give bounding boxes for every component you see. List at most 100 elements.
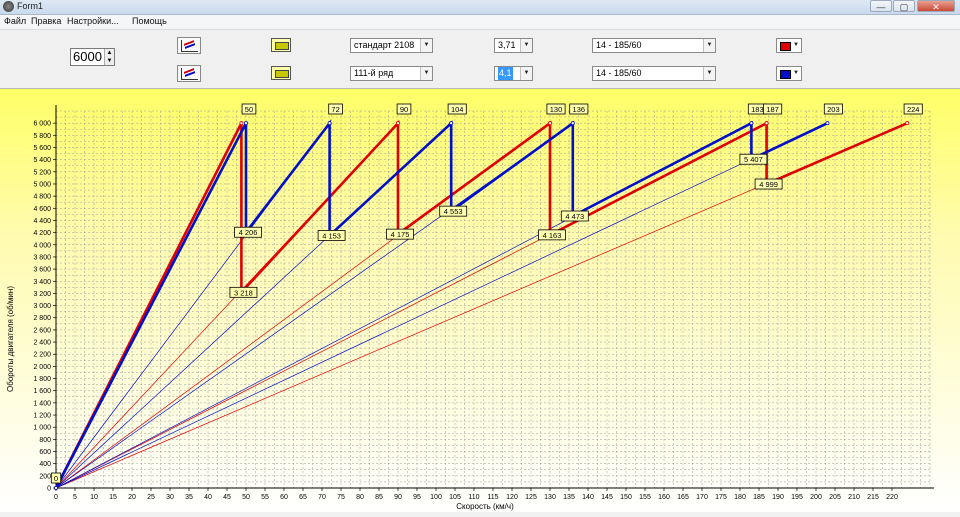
x-tick-label: 170 xyxy=(696,494,708,501)
row1-final-drive-select[interactable]: 3,71 ▼ xyxy=(494,38,533,53)
y-tick-label: 4 200 xyxy=(33,230,51,237)
row1-tire-select[interactable]: 14 - 185/60 ▼ xyxy=(592,38,716,53)
window-title: Form1 xyxy=(17,1,44,11)
chevron-down-icon: ▼ xyxy=(520,67,532,80)
y-tick-label: 2 400 xyxy=(33,340,51,347)
x-tick-label: 0 xyxy=(54,494,58,501)
row1-final-drive-value: 3,71 xyxy=(498,40,516,50)
x-tick-label: 175 xyxy=(715,494,727,501)
x-tick-label: 220 xyxy=(886,494,898,501)
row2-color-swatch xyxy=(780,70,791,79)
maximize-button[interactable]: ▢ xyxy=(893,0,915,12)
y-tick-label: 5 000 xyxy=(33,181,51,188)
minimize-button[interactable]: — xyxy=(870,0,892,12)
row2-tire-select[interactable]: 14 - 185/60 ▼ xyxy=(592,66,716,81)
x-tick-label: 120 xyxy=(506,494,518,501)
menu-file[interactable]: Файл xyxy=(4,16,26,26)
y-tick-label: 5 200 xyxy=(33,169,51,176)
speed-label: 72 xyxy=(331,105,339,114)
x-tick-label: 205 xyxy=(829,494,841,501)
x-tick-label: 5 xyxy=(73,494,77,501)
x-tick-label: 190 xyxy=(772,494,784,501)
rpm-label: 0 xyxy=(54,474,58,483)
app-icon xyxy=(3,1,14,12)
x-tick-label: 180 xyxy=(734,494,746,501)
y-tick-label: 6 000 xyxy=(33,121,51,128)
chevron-down-icon: ▼ xyxy=(703,39,715,52)
row2-gearbox-select[interactable]: 111-й ряд ▼ xyxy=(350,66,433,81)
y-tick-label: 1 600 xyxy=(33,388,51,395)
row1-color-swatch xyxy=(780,42,791,51)
x-tick-label: 55 xyxy=(261,494,269,501)
row1-gearbox-select[interactable]: стандарт 2108 ▼ xyxy=(350,38,433,53)
x-tick-label: 160 xyxy=(658,494,670,501)
x-tick-label: 125 xyxy=(525,494,537,501)
row2-chart-button[interactable] xyxy=(177,65,201,82)
x-tick-label: 35 xyxy=(185,494,193,501)
label-icon xyxy=(275,70,289,78)
x-tick-label: 185 xyxy=(753,494,765,501)
y-tick-label: 5 600 xyxy=(33,145,51,152)
y-axis-label: Обороты двигателя (об/мин) xyxy=(6,286,15,392)
x-tick-label: 40 xyxy=(204,494,212,501)
y-tick-label: 4 400 xyxy=(33,218,51,225)
x-tick-label: 150 xyxy=(620,494,632,501)
x-tick-label: 105 xyxy=(449,494,461,501)
shift-point xyxy=(749,121,754,126)
y-tick-label: 2 000 xyxy=(33,364,51,371)
row2-label-button[interactable] xyxy=(271,66,291,80)
y-tick-label: 1 000 xyxy=(33,425,51,432)
shift-point xyxy=(239,121,244,126)
x-tick-label: 70 xyxy=(318,494,326,501)
window-titlebar: Form1 — ▢ ✕ xyxy=(0,0,960,15)
y-tick-label: 3 800 xyxy=(33,254,51,261)
rpm-spinner-arrows[interactable]: ▲ ▼ xyxy=(104,49,114,65)
row2-color-select[interactable]: ▼ xyxy=(776,66,802,81)
y-tick-label: 1 200 xyxy=(33,413,51,420)
y-tick-label: 4 800 xyxy=(33,194,51,201)
x-tick-label: 215 xyxy=(867,494,879,501)
x-tick-label: 155 xyxy=(639,494,651,501)
close-button[interactable]: ✕ xyxy=(917,0,955,12)
label-icon xyxy=(275,42,289,50)
menu-edit[interactable]: Правка xyxy=(31,16,61,26)
x-tick-label: 50 xyxy=(242,494,250,501)
y-tick-label: 3 400 xyxy=(33,279,51,286)
row2-gearbox-value: 111-й ряд xyxy=(354,68,394,78)
chevron-down-icon: ▼ xyxy=(420,39,432,52)
shift-point xyxy=(905,121,910,126)
speed-label: 187 xyxy=(766,105,779,114)
rpm-spinner[interactable]: 6000 ▲ ▼ xyxy=(70,48,115,66)
row1-chart-button[interactable] xyxy=(177,37,201,54)
chevron-down-icon: ▼ xyxy=(793,42,799,48)
rpm-label: 4 153 xyxy=(322,231,341,240)
x-tick-label: 45 xyxy=(223,494,231,501)
row1-label-button[interactable] xyxy=(271,38,291,52)
y-tick-label: 2 200 xyxy=(33,352,51,359)
speed-label: 183 xyxy=(751,105,764,114)
x-tick-label: 90 xyxy=(394,494,402,501)
menu-help[interactable]: Помощь xyxy=(132,16,167,26)
y-tick-label: 5 400 xyxy=(33,157,51,164)
rpm-label: 5 407 xyxy=(744,155,763,164)
x-tick-label: 25 xyxy=(147,494,155,501)
x-tick-label: 165 xyxy=(677,494,689,501)
speed-label: 130 xyxy=(550,105,563,114)
row2-final-drive-select[interactable]: 4,1 ▼ xyxy=(494,66,533,81)
y-tick-label: 800 xyxy=(39,437,51,444)
row1-gearbox-value: стандарт 2108 xyxy=(354,40,415,50)
y-tick-label: 400 xyxy=(39,461,51,468)
x-tick-label: 85 xyxy=(375,494,383,501)
chevron-down-icon: ▼ xyxy=(420,67,432,80)
speed-label: 104 xyxy=(451,105,464,114)
speed-label: 203 xyxy=(827,105,840,114)
shift-point xyxy=(548,121,553,126)
y-tick-label: 1 800 xyxy=(33,376,51,383)
x-tick-label: 130 xyxy=(544,494,556,501)
x-axis-label: Скорость (км/ч) xyxy=(456,502,514,511)
toolbar: 6000 ▲ ▼ стандарт 2108 ▼ 3,71 ▼ 14 - 185/… xyxy=(0,30,960,89)
row1-color-select[interactable]: ▼ xyxy=(776,38,802,53)
x-tick-label: 15 xyxy=(109,494,117,501)
menu-settings[interactable]: Настройки... xyxy=(67,16,119,26)
y-tick-label: 3 200 xyxy=(33,291,51,298)
